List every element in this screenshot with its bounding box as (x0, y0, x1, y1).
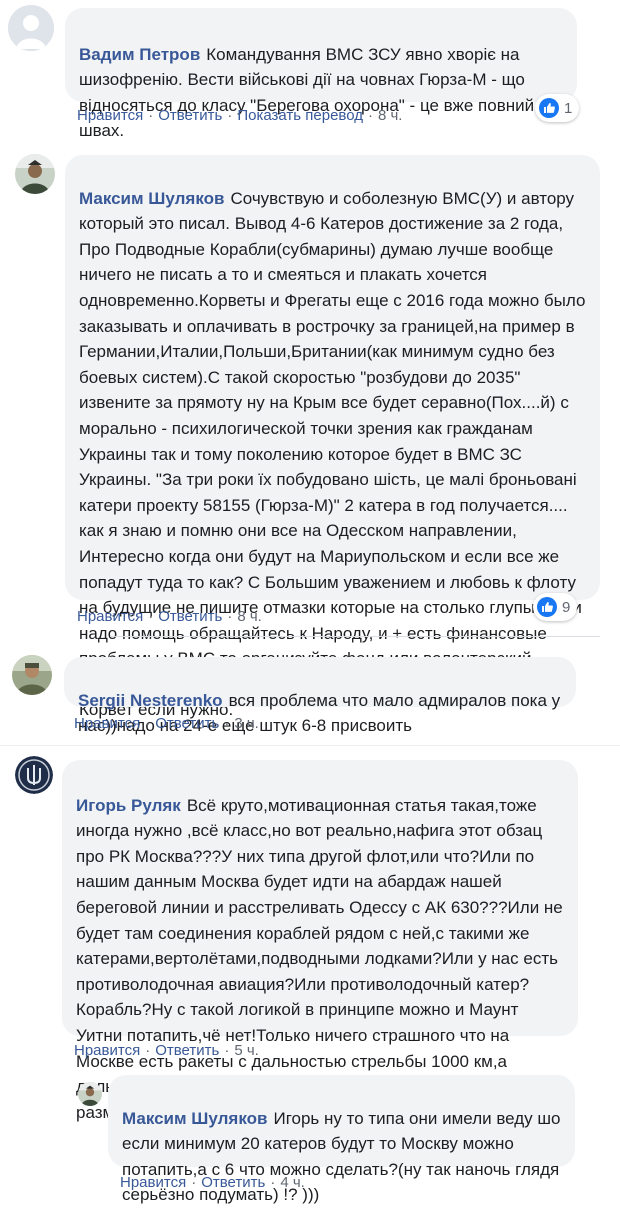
like-link[interactable]: Нравится (77, 608, 143, 625)
comment-bubble: Вадим Петров Командування ВМС ЗСУ явно хв… (65, 8, 577, 140)
comment-actions: Нравится · Ответить · 3 ч. (74, 715, 259, 732)
comment-actions: Нравится · Ответить · 5 ч. (74, 1042, 259, 1059)
comment-author[interactable]: Sergii Nesterenko (78, 691, 223, 710)
avatar[interactable] (8, 5, 54, 51)
thumbs-up-icon (537, 597, 557, 617)
reply-link[interactable]: Ответить (201, 1174, 265, 1191)
avatar[interactable] (12, 655, 52, 695)
comment-time[interactable]: 4 ч. (280, 1174, 305, 1191)
reaction-count: 1 (564, 99, 573, 117)
reaction-counter[interactable]: 1 (535, 94, 580, 122)
translate-link[interactable]: Показать перевод (237, 107, 363, 124)
comment-time[interactable]: 8 ч. (237, 608, 262, 625)
comment-bubble: Максим Шуляков Сочувствую и соболезную ВМ… (65, 155, 600, 719)
user-photo-icon (15, 154, 55, 194)
user-photo-icon (78, 1082, 102, 1106)
like-link[interactable]: Нравится (74, 1042, 140, 1059)
comment-bubble: Игорь Руляк Всё круто,мотивационная стать… (62, 760, 578, 1122)
reply-link[interactable]: Ответить (155, 715, 219, 732)
divider (110, 636, 600, 637)
default-avatar-icon (8, 5, 54, 51)
like-link[interactable]: Нравится (74, 715, 140, 732)
comment-author[interactable]: Максим Шуляков (79, 189, 224, 208)
comment-bubble: Sergii Nesterenko вся проблема что мало а… (64, 657, 576, 735)
reaction-counter[interactable]: 9 (533, 593, 578, 621)
comment-time[interactable]: 3 ч. (234, 715, 259, 732)
comment-actions: Нравится · Ответить · 8 ч. (77, 608, 262, 625)
trident-emblem-icon (15, 756, 53, 794)
user-photo-icon (12, 655, 52, 695)
comment-text: Сочувствую и соболезную ВМС(У) и автору … (79, 188, 586, 720)
reaction-count: 9 (562, 598, 571, 616)
avatar[interactable] (15, 756, 53, 794)
divider (0, 745, 620, 746)
reply-link[interactable]: Ответить (158, 107, 222, 124)
like-link[interactable]: Нравится (120, 1174, 186, 1191)
comment-bubble: Максим Шуляков Игорь ну то типа они имели… (108, 1075, 575, 1204)
comment-actions: Нравится · Ответить · Показать перевод · 8 ч. (77, 107, 403, 124)
thumbs-up-icon (539, 98, 559, 118)
comment-time[interactable]: 8 ч. (378, 107, 403, 124)
comment-time[interactable]: 5 ч. (234, 1042, 259, 1059)
avatar[interactable] (78, 1082, 102, 1106)
comment-text: Всё круто,мотивационная статья такая,тож… (76, 795, 563, 1122)
comment-author[interactable]: Максим Шуляков (122, 1109, 267, 1128)
reply-link[interactable]: Ответить (158, 608, 222, 625)
comment-author[interactable]: Игорь Руляк (76, 796, 181, 815)
like-link[interactable]: Нравится (77, 107, 143, 124)
avatar[interactable] (15, 154, 55, 194)
reply-link[interactable]: Ответить (155, 1042, 219, 1059)
comment-actions: Нравится · Ответить · 4 ч. (120, 1174, 305, 1191)
comment-author[interactable]: Вадим Петров (79, 45, 200, 64)
